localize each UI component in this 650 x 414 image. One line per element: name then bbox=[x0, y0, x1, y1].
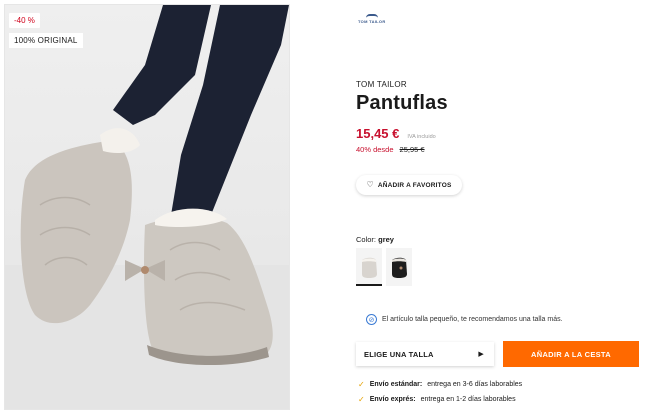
price-row: 15,45 € IVA incluido bbox=[356, 126, 436, 141]
delivery-info: ✓ Envío estándar: entrega en 3-6 días la… bbox=[358, 377, 522, 407]
black-slipper-thumbnail bbox=[392, 257, 407, 278]
brand-logo-text: TOM TAILOR bbox=[358, 19, 386, 24]
color-label-prefix: Color: bbox=[356, 235, 377, 244]
old-price: 25,95 € bbox=[399, 145, 425, 154]
brand-name[interactable]: TOM TAILOR bbox=[356, 80, 407, 89]
color-label: Color: grey bbox=[356, 235, 394, 244]
add-to-favorites-label: AÑADIR A FAVORITOS bbox=[377, 181, 452, 189]
brand-logo-mark bbox=[365, 14, 378, 18]
current-price: 15,45 € bbox=[356, 126, 400, 141]
add-to-cart-button[interactable]: AÑADIR A LA CESTA bbox=[503, 341, 639, 367]
brand-logo[interactable]: TOM TAILOR bbox=[358, 14, 386, 24]
swatch-black[interactable] bbox=[386, 248, 412, 286]
product-title: Pantuflas bbox=[356, 92, 448, 114]
heart-icon: ♡ bbox=[366, 180, 374, 189]
slipper-photo bbox=[5, 5, 289, 409]
vat-note: IVA incluido bbox=[407, 134, 436, 140]
delivery-express: ✓ Envío exprés: entrega en 1-2 días labo… bbox=[358, 392, 522, 407]
discount-badge: -40 % bbox=[9, 13, 40, 28]
delivery-standard: ✓ Envío estándar: entrega en 3-6 días la… bbox=[358, 377, 522, 392]
size-advice-text: El artículo talla pequeño, te recomendam… bbox=[382, 316, 563, 323]
product-image[interactable]: -40 % 100% ORIGINAL bbox=[4, 4, 290, 410]
size-select[interactable]: ELIGE UNA TALLA ▶ bbox=[356, 342, 494, 366]
swatch-grey[interactable] bbox=[356, 248, 382, 286]
discount-row: 40% desde 25,95 € bbox=[356, 145, 425, 154]
check-icon: ✓ bbox=[358, 380, 365, 389]
check-icon: ✓ bbox=[358, 395, 365, 404]
grey-slipper-thumbnail bbox=[362, 257, 377, 278]
delivery-express-text: entrega en 1-2 días laborables bbox=[420, 396, 516, 403]
info-icon: ⊘ bbox=[366, 314, 377, 325]
color-swatches bbox=[356, 248, 412, 286]
delivery-standard-title: Envío estándar: bbox=[369, 381, 423, 388]
size-advice: ⊘ El artículo talla pequeño, te recomend… bbox=[366, 314, 563, 325]
size-select-label: ELIGE UNA TALLA bbox=[364, 349, 434, 359]
delivery-standard-text: entrega en 3-6 días laborables bbox=[427, 381, 523, 388]
add-to-favorites-button[interactable]: ♡ AÑADIR A FAVORITOS bbox=[356, 175, 462, 195]
selected-color: grey bbox=[378, 235, 394, 244]
discount-text: 40% desde bbox=[356, 145, 394, 154]
delivery-express-title: Envío exprés: bbox=[369, 396, 416, 403]
caret-right-icon: ▶ bbox=[478, 351, 484, 358]
original-badge: 100% ORIGINAL bbox=[9, 33, 83, 48]
